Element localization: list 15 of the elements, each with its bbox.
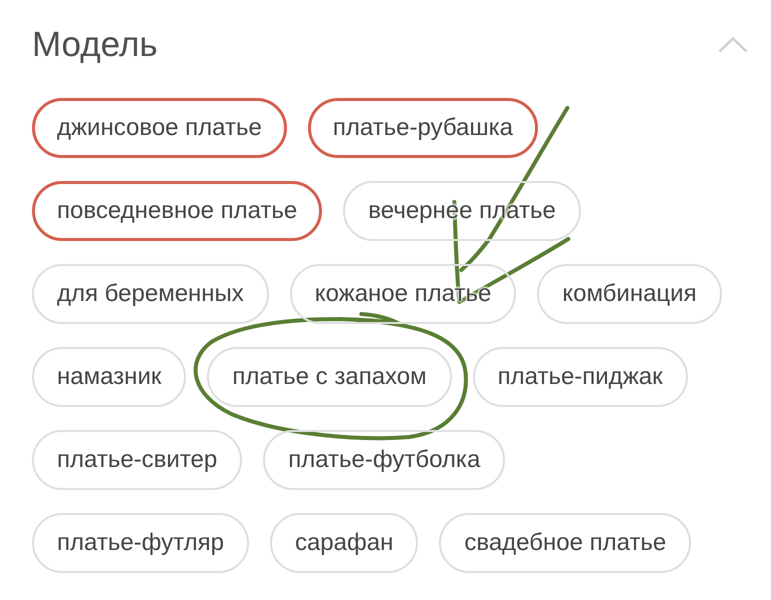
filter-chip[interactable]: платье-рубашка: [308, 98, 538, 158]
filter-chip[interactable]: платье-пиджак: [472, 347, 688, 407]
chevron-up-icon[interactable]: [718, 37, 748, 53]
filter-chip[interactable]: повседневное платье: [32, 181, 322, 241]
filter-chip[interactable]: свадебное платье: [439, 513, 692, 573]
filter-chip[interactable]: комбинация: [537, 264, 722, 324]
filter-chip[interactable]: намазник: [32, 347, 186, 407]
filter-chip[interactable]: платье с запахом: [207, 347, 452, 407]
filter-chip[interactable]: джинсовое платье: [32, 98, 287, 158]
filter-chip[interactable]: платье-футболка: [263, 430, 506, 490]
filter-chip[interactable]: платье-футляр: [32, 513, 249, 573]
filter-chip[interactable]: платье-свитер: [32, 430, 242, 490]
filter-chip[interactable]: сарафан: [270, 513, 418, 573]
filter-chip[interactable]: для беременных: [32, 264, 269, 324]
section-title: Модель: [32, 24, 158, 66]
